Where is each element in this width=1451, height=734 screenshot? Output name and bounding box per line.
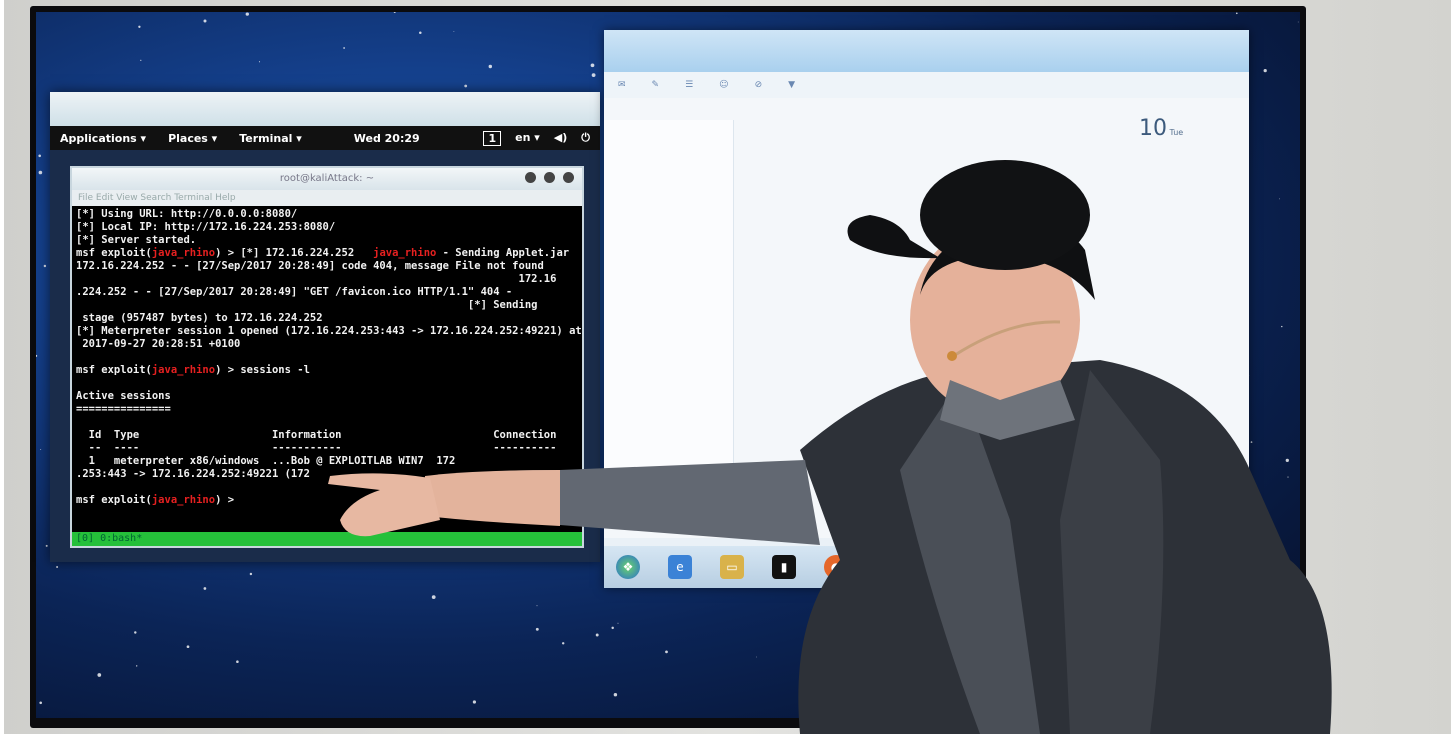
presenter: [328, 160, 1332, 734]
image-edge: [0, 0, 4, 734]
